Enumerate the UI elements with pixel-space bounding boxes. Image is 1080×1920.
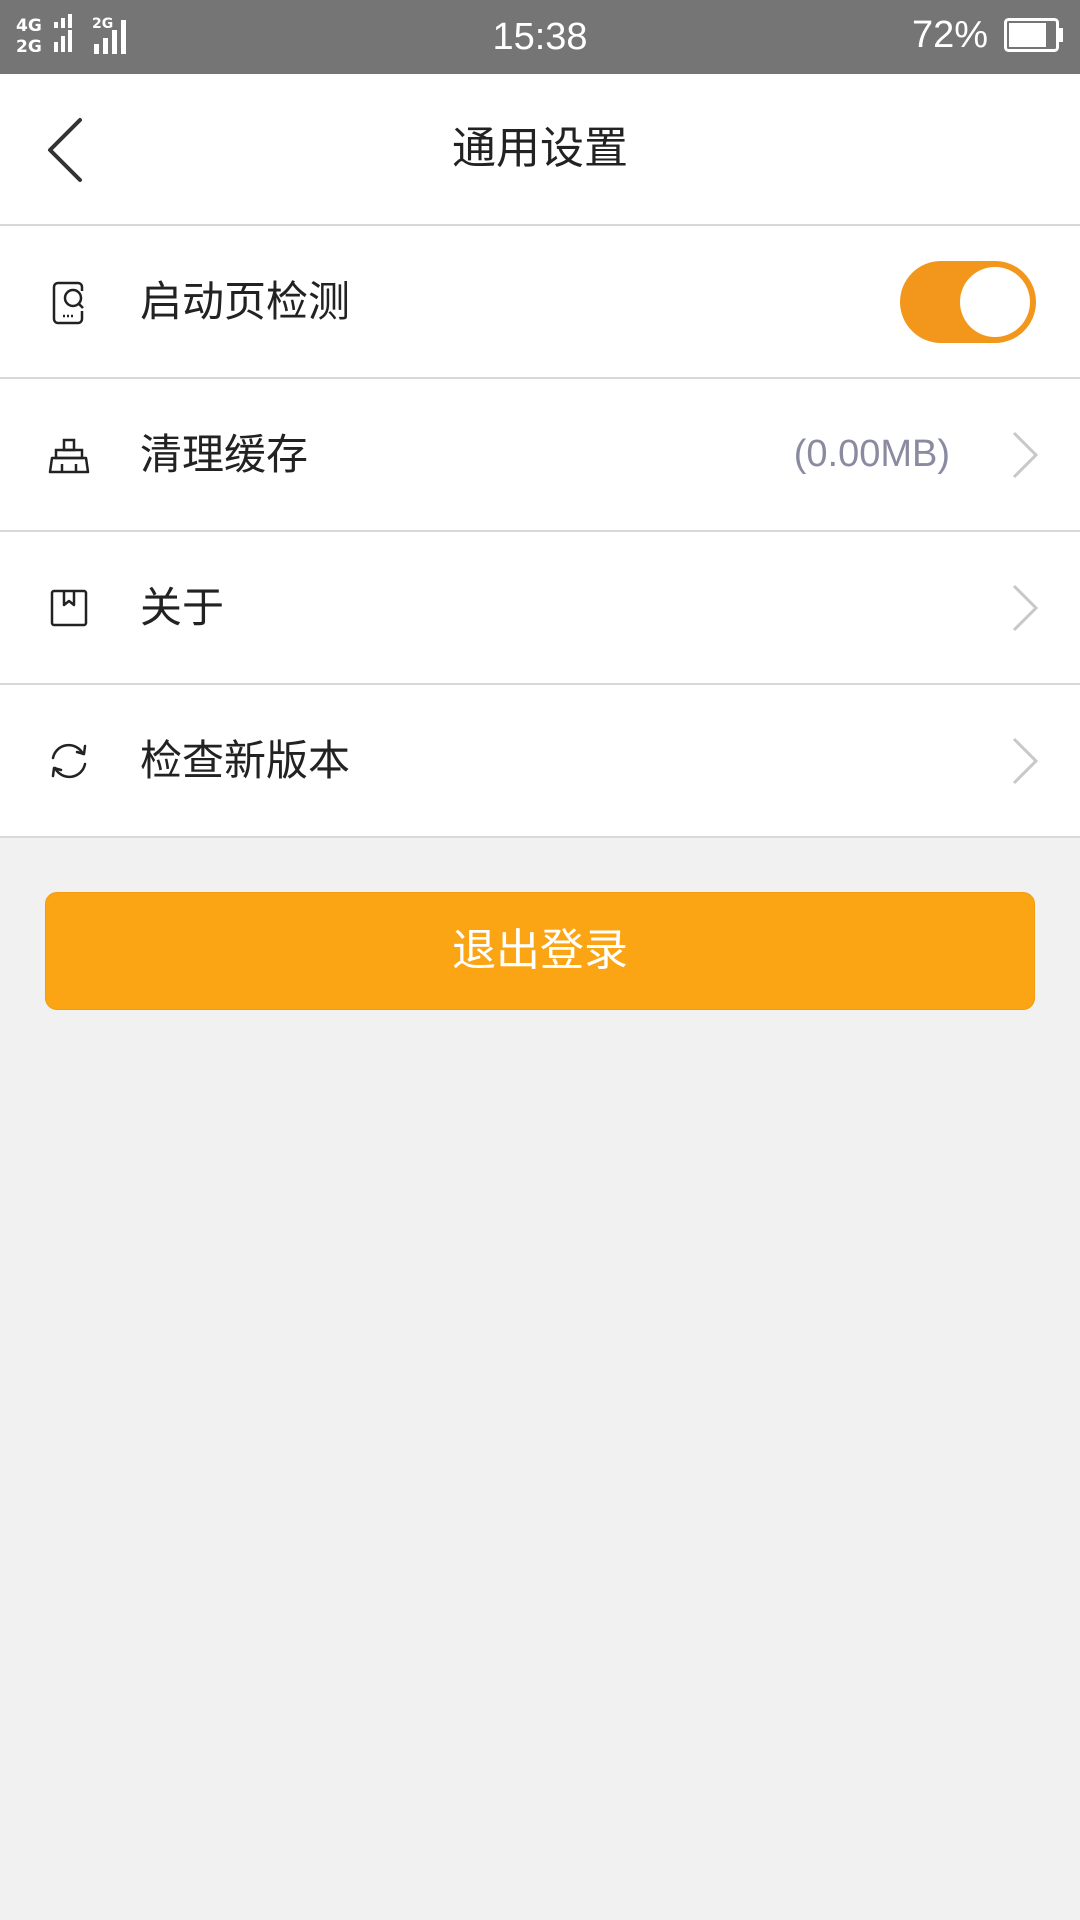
setting-clear-cache[interactable]: 清理缓存 (0.00MB) [0, 379, 1080, 532]
settings-list: 启动页检测 清理缓存 (0.00MB) 关于 检查新版本 [0, 226, 1080, 838]
setting-splash-check: 启动页检测 [0, 226, 1080, 379]
chevron-right-icon [1012, 737, 1039, 784]
toggle-knob [960, 266, 1030, 337]
logout-button[interactable]: 退出登录 [45, 892, 1035, 1010]
setting-label: 关于 [140, 583, 225, 632]
broom-icon [48, 438, 90, 473]
bookmark-icon [50, 589, 88, 626]
chevron-right-icon [1012, 584, 1039, 631]
nav-bar: 通用设置 [0, 74, 1080, 226]
refresh-icon [51, 743, 87, 778]
status-bar: 4G 2G 2G 15:38 72% [0, 0, 1080, 74]
setting-label: 清理缓存 [140, 430, 309, 479]
battery-percent: 72% [911, 14, 988, 56]
cache-size: (0.00MB) [793, 433, 950, 475]
setting-check-update[interactable]: 检查新版本 [0, 685, 1080, 838]
phone-search-icon [52, 281, 84, 324]
page-title: 通用设置 [452, 123, 628, 174]
setting-label: 启动页检测 [140, 277, 351, 326]
splash-check-toggle[interactable] [900, 260, 1036, 343]
setting-label: 检查新版本 [140, 736, 351, 785]
battery-icon [1004, 18, 1063, 52]
chevron-right-icon [1012, 431, 1039, 478]
setting-about[interactable]: 关于 [0, 532, 1080, 685]
